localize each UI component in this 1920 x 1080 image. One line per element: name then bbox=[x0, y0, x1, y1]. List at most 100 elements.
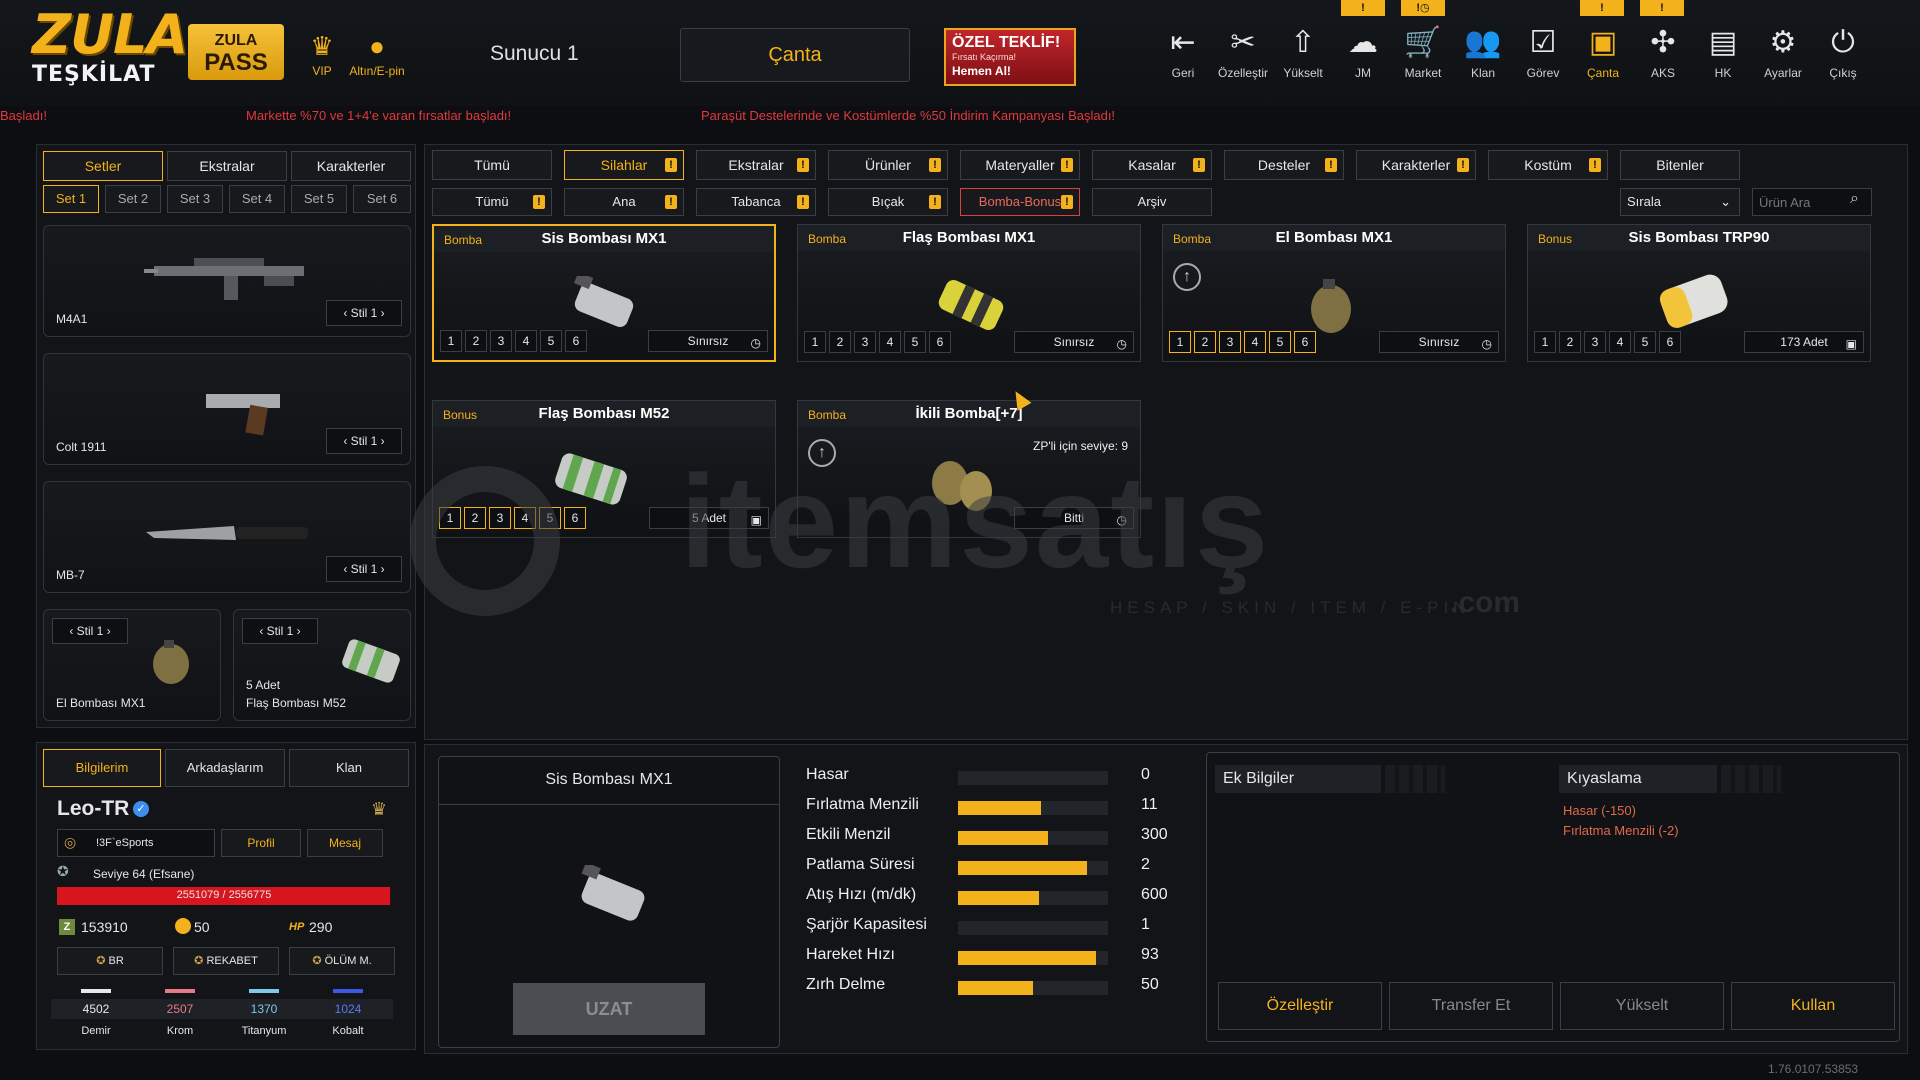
nav-upgrade[interactable]: ⇧ Yükselt bbox=[1274, 24, 1332, 80]
special-offer-banner[interactable]: ÖZEL TEKLİF! Fırsatı Kaçırma! Hemen Al! bbox=[944, 28, 1076, 86]
cat-products[interactable]: Ürünler! bbox=[828, 150, 948, 180]
sub-pistol[interactable]: Tabanca! bbox=[696, 188, 816, 216]
sub-archive[interactable]: Arşiv bbox=[1092, 188, 1212, 216]
mode-br-button[interactable]: ✪ BR bbox=[57, 947, 163, 975]
upgrade-arrow-icon[interactable]: ↑ bbox=[1173, 263, 1201, 291]
slot-primary[interactable]: M4A1 ‹ Stil 1 › bbox=[43, 225, 411, 337]
cat-materials[interactable]: Materyaller! bbox=[960, 150, 1080, 180]
set-2[interactable]: Set 2 bbox=[105, 185, 161, 213]
tab-characters[interactable]: Karakterler bbox=[291, 151, 411, 181]
slot-number[interactable]: 2 bbox=[829, 331, 851, 353]
clan-tag[interactable]: ◎ !3F`eSports bbox=[57, 829, 215, 857]
slot-number[interactable]: 3 bbox=[854, 331, 876, 353]
tab-friends[interactable]: Arkadaşlarım bbox=[165, 749, 285, 787]
bag-button[interactable]: Çanta bbox=[680, 28, 910, 82]
slot-number[interactable]: 6 bbox=[929, 331, 951, 353]
cat-weapons[interactable]: Silahlar! bbox=[564, 150, 684, 180]
slot-number[interactable]: 4 bbox=[515, 330, 537, 352]
cat-characters[interactable]: Karakterler! bbox=[1356, 150, 1476, 180]
nav-clan[interactable]: 👥 Klan bbox=[1454, 24, 1512, 80]
zula-pass-button[interactable]: ZULA PASS bbox=[188, 24, 284, 80]
slot-number[interactable]: 4 bbox=[879, 331, 901, 353]
style-selector[interactable]: ‹ Stil 1 › bbox=[52, 618, 128, 644]
slot-number[interactable]: 2 bbox=[465, 330, 487, 352]
slot-number[interactable]: 1 bbox=[439, 507, 461, 529]
sub-main[interactable]: Ana! bbox=[564, 188, 684, 216]
set-3[interactable]: Set 3 bbox=[167, 185, 223, 213]
nav-back[interactable]: ⇤ Geri bbox=[1154, 24, 1212, 80]
slot-grenade-2[interactable]: ‹ Stil 1 › 5 Adet Flaş Bombası M52 bbox=[233, 609, 411, 721]
slot-number[interactable]: 6 bbox=[565, 330, 587, 352]
upgrade-button[interactable]: Yükselt bbox=[1560, 982, 1724, 1030]
sub-knife[interactable]: Bıçak! bbox=[828, 188, 948, 216]
nav-hk[interactable]: ▤ HK bbox=[1694, 24, 1752, 80]
upgrade-arrow-icon[interactable]: ↑ bbox=[808, 439, 836, 467]
extend-button[interactable]: UZAT bbox=[513, 983, 705, 1035]
tab-my-info[interactable]: Bilgilerim bbox=[43, 749, 161, 787]
item-card[interactable]: Bonus Sis Bombası TRP90 123456 173 Adet ▣ bbox=[1527, 224, 1871, 362]
nav-jm[interactable]: ☁ JM bbox=[1334, 24, 1392, 80]
slot-pistol[interactable]: Colt 1911 ‹ Stil 1 › bbox=[43, 353, 411, 465]
mode-ranked-button[interactable]: ✪ REKABET bbox=[173, 947, 279, 975]
style-selector[interactable]: ‹ Stil 1 › bbox=[242, 618, 318, 644]
customize-button[interactable]: Özelleştir bbox=[1218, 982, 1382, 1030]
nav-exit[interactable]: ⏻ Çıkış bbox=[1814, 24, 1872, 80]
nav-market[interactable]: 🛒 Market bbox=[1394, 24, 1452, 80]
slot-knife[interactable]: MB-7 ‹ Stil 1 › bbox=[43, 481, 411, 593]
style-selector[interactable]: ‹ Stil 1 › bbox=[326, 556, 402, 582]
cat-finished[interactable]: Bitenler bbox=[1620, 150, 1740, 180]
set-4[interactable]: Set 4 bbox=[229, 185, 285, 213]
slot-number[interactable]: 4 bbox=[1244, 331, 1266, 353]
slot-number[interactable]: 4 bbox=[514, 507, 536, 529]
set-5[interactable]: Set 5 bbox=[291, 185, 347, 213]
mode-deathmatch-button[interactable]: ✪ ÖLÜM M. bbox=[289, 947, 395, 975]
slot-number[interactable]: 5 bbox=[904, 331, 926, 353]
nav-bag[interactable]: ▣ Çanta bbox=[1574, 24, 1632, 80]
slot-number[interactable]: 4 bbox=[1609, 331, 1631, 353]
gold-epin-button[interactable]: ● Altın/E-pin bbox=[342, 28, 412, 78]
cat-costume[interactable]: Kostüm! bbox=[1488, 150, 1608, 180]
style-selector[interactable]: ‹ Stil 1 › bbox=[326, 428, 402, 454]
sub-grenade-bonus[interactable]: Bomba-Bonus! bbox=[960, 188, 1080, 216]
use-button[interactable]: Kullan bbox=[1731, 982, 1895, 1030]
slot-number[interactable]: 6 bbox=[1294, 331, 1316, 353]
profile-button[interactable]: Profil bbox=[221, 829, 301, 857]
transfer-button[interactable]: Transfer Et bbox=[1389, 982, 1553, 1030]
slot-number[interactable]: 5 bbox=[539, 507, 561, 529]
tab-sets[interactable]: Setler bbox=[43, 151, 163, 181]
sort-dropdown[interactable]: Sırala ⌄ bbox=[1620, 188, 1740, 216]
sub-all[interactable]: Tümü! bbox=[432, 188, 552, 216]
cat-decks[interactable]: Desteler! bbox=[1224, 150, 1344, 180]
slot-number[interactable]: 5 bbox=[540, 330, 562, 352]
nav-settings[interactable]: ⚙ Ayarlar bbox=[1754, 24, 1812, 80]
item-card[interactable]: Bomba İkili Bomba[+7] ↑ ZP'li için seviy… bbox=[797, 400, 1141, 538]
slot-number[interactable]: 5 bbox=[1269, 331, 1291, 353]
slot-number[interactable]: 3 bbox=[489, 507, 511, 529]
set-6[interactable]: Set 6 bbox=[353, 185, 411, 213]
slot-number[interactable]: 2 bbox=[464, 507, 486, 529]
tab-clan[interactable]: Klan bbox=[289, 749, 409, 787]
slot-number[interactable]: 2 bbox=[1559, 331, 1581, 353]
tab-extras[interactable]: Ekstralar bbox=[167, 151, 287, 181]
slot-number[interactable]: 1 bbox=[440, 330, 462, 352]
slot-number[interactable]: 3 bbox=[1219, 331, 1241, 353]
nav-aks[interactable]: ✣ AKS bbox=[1634, 24, 1692, 80]
slot-number[interactable]: 6 bbox=[1659, 331, 1681, 353]
slot-number[interactable]: 1 bbox=[1169, 331, 1191, 353]
item-card[interactable]: Bonus Flaş Bombası M52 123456 5 Adet ▣ bbox=[432, 400, 776, 538]
slot-grenade-1[interactable]: ‹ Stil 1 › El Bombası MX1 bbox=[43, 609, 221, 721]
slot-number[interactable]: 2 bbox=[1194, 331, 1216, 353]
style-selector[interactable]: ‹ Stil 1 › bbox=[326, 300, 402, 326]
item-card[interactable]: Bomba El Bombası MX1 ↑ 123456 Sınırsız ◷ bbox=[1162, 224, 1506, 362]
nav-mission[interactable]: ☑ Görev bbox=[1514, 24, 1572, 80]
nav-customize[interactable]: ✂ Özelleştir bbox=[1214, 24, 1272, 80]
slot-number[interactable]: 1 bbox=[804, 331, 826, 353]
slot-number[interactable]: 1 bbox=[1534, 331, 1556, 353]
message-button[interactable]: Mesaj bbox=[307, 829, 383, 857]
item-card[interactable]: Bomba Sis Bombası MX1 123456 Sınırsız ◷ bbox=[432, 224, 776, 362]
cat-cases[interactable]: Kasalar! bbox=[1092, 150, 1212, 180]
slot-number[interactable]: 3 bbox=[490, 330, 512, 352]
slot-number[interactable]: 6 bbox=[564, 507, 586, 529]
cat-all[interactable]: Tümü bbox=[432, 150, 552, 180]
cat-extras[interactable]: Ekstralar! bbox=[696, 150, 816, 180]
